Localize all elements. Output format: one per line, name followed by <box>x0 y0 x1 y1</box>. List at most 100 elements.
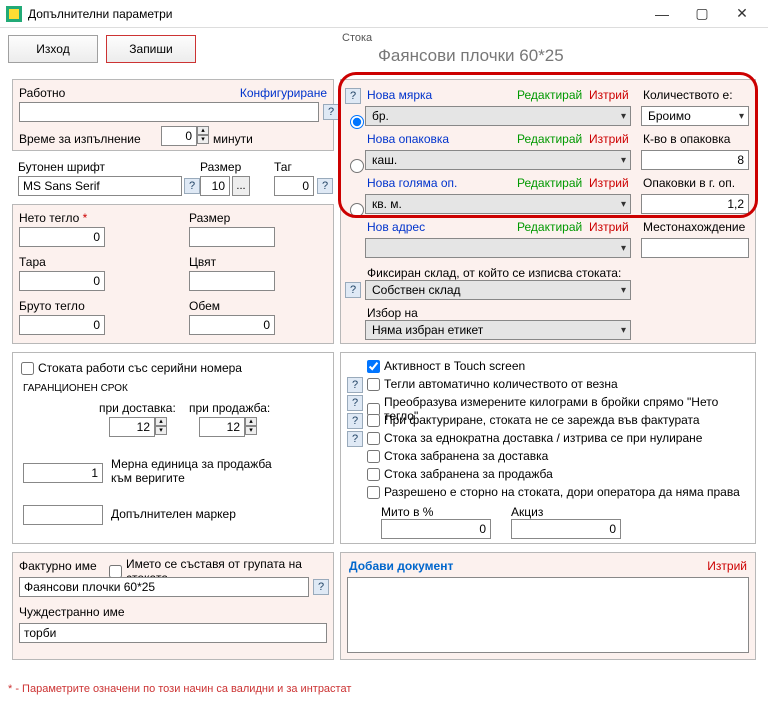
big-select[interactable]: кв. м. <box>365 194 631 214</box>
del-pack[interactable]: Изтрий <box>589 132 629 146</box>
unit-chain-input[interactable]: 1 <box>23 463 103 483</box>
qtyis-label: Количеството е: <box>643 88 733 102</box>
new-big-link[interactable]: Нова голяма оп. <box>367 176 457 190</box>
maximize-button[interactable]: ▢ <box>682 1 722 27</box>
edit-addr[interactable]: Редактирай <box>517 220 582 234</box>
addr-select[interactable] <box>365 238 631 258</box>
fontsize-input[interactable]: 10 <box>200 176 230 196</box>
working-label: Работно <box>19 86 65 100</box>
weigh-checkbox[interactable]: Тегли автоматично количеството от везна <box>367 377 618 391</box>
duty-label: Мито в % <box>381 505 433 519</box>
exectime-input[interactable]: 0 <box>161 126 197 146</box>
duty-input[interactable]: 0 <box>381 519 491 539</box>
working-input[interactable] <box>19 102 319 122</box>
edit-measure[interactable]: Редактирай <box>517 88 582 102</box>
footer-note: * - Параметрите означени по този начин с… <box>8 683 351 695</box>
help-wh[interactable]: ? <box>345 282 361 298</box>
touch-checkbox[interactable]: Активност в Touch screen <box>367 359 525 373</box>
new-pack-link[interactable]: Нова опаковка <box>367 132 449 146</box>
color-input[interactable] <box>189 271 275 291</box>
extra-marker-label: Допълнителен маркер <box>111 507 236 521</box>
deldoc-link[interactable]: Изтрий <box>707 559 747 573</box>
help-invname[interactable]: ? <box>313 579 329 595</box>
countable-select[interactable]: Броимо <box>641 106 749 126</box>
tara-label: Тара <box>19 255 46 269</box>
new-addr-link[interactable]: Нов адрес <box>367 220 425 234</box>
minimize-button[interactable]: — <box>642 1 682 27</box>
minutes-label: минути <box>213 132 253 146</box>
packinbig-input[interactable]: 1,2 <box>641 194 749 214</box>
help-single[interactable]: ? <box>347 431 363 447</box>
del-big[interactable]: Изтрий <box>589 176 629 190</box>
exectime-label: Време за изпълнение <box>19 132 141 146</box>
label-select[interactable]: Няма избран етикет <box>365 320 631 340</box>
big-radio[interactable] <box>350 203 364 217</box>
size2-label: Размер <box>189 211 230 225</box>
app-icon <box>6 6 22 22</box>
ws-spinner[interactable]: ▴▾ <box>245 417 257 435</box>
configure-link[interactable]: Конфигуриране <box>240 86 327 100</box>
net-input[interactable]: 0 <box>19 227 105 247</box>
new-measure-link[interactable]: Нова мярка <box>367 88 432 102</box>
doc-area[interactable] <box>347 577 749 653</box>
edit-pack[interactable]: Редактирай <box>517 132 582 146</box>
tag-input[interactable]: 0 <box>274 176 314 196</box>
foreign-label: Чуждестранно име <box>19 605 125 619</box>
pack-radio[interactable] <box>350 159 364 173</box>
tag-label: Таг <box>274 160 292 174</box>
nodeliv-checkbox[interactable]: Стока забранена за доставка <box>367 449 548 463</box>
invname-input[interactable]: Фаянсови плочки 60*25 <box>19 577 309 597</box>
help-font[interactable]: ? <box>184 178 200 194</box>
gross-input[interactable]: 0 <box>19 315 105 335</box>
measure-radio[interactable] <box>350 115 364 129</box>
size2-input[interactable] <box>189 227 275 247</box>
fontsize-ellipsis[interactable]: ... <box>232 176 250 196</box>
storno-checkbox[interactable]: Разрешено е сторно на стоката, дори опер… <box>367 485 740 499</box>
unit-chain-label: Мерна единица за продажба към веригите <box>111 457 291 485</box>
tara-input[interactable]: 0 <box>19 271 105 291</box>
warranty-deliv-input[interactable]: 12 <box>109 417 155 437</box>
size-label: Размер <box>200 160 241 174</box>
net-label: Нето тегло * <box>19 211 87 225</box>
volume-input[interactable]: 0 <box>189 315 275 335</box>
volume-label: Обем <box>189 299 220 313</box>
del-addr[interactable]: Изтрий <box>589 220 629 234</box>
qtyinpack-input[interactable]: 8 <box>641 150 749 170</box>
help-tag[interactable]: ? <box>317 178 333 194</box>
wd-spinner[interactable]: ▴▾ <box>155 417 167 435</box>
edit-big[interactable]: Редактирай <box>517 176 582 190</box>
save-button[interactable]: Запиши <box>106 35 196 63</box>
help-noinv[interactable]: ? <box>347 413 363 429</box>
serial-checkbox[interactable]: Стоката работи със серийни номера <box>21 361 242 375</box>
qtyinpack-label: К-во в опаковка <box>643 132 730 146</box>
location-input[interactable] <box>641 238 749 258</box>
exit-button[interactable]: Изход <box>8 35 98 63</box>
onsale-label: при продажба: <box>189 401 270 415</box>
pack-select[interactable]: каш. <box>365 150 631 170</box>
nosale-checkbox[interactable]: Стока забранена за продажба <box>367 467 553 481</box>
adddoc-link[interactable]: Добави документ <box>349 559 453 573</box>
wh-select[interactable]: Собствен склад <box>365 280 631 300</box>
font-input[interactable]: MS Sans Serif <box>18 176 182 196</box>
single-checkbox[interactable]: Стока за еднократна доставка / изтрива с… <box>367 431 702 445</box>
help-measure[interactable]: ? <box>345 88 361 104</box>
help-working[interactable]: ? <box>323 104 339 120</box>
measure-select[interactable]: бр. <box>365 106 631 126</box>
excise-input[interactable]: 0 <box>511 519 621 539</box>
help-convert[interactable]: ? <box>347 395 363 411</box>
invname-label: Фактурно име <box>19 559 97 573</box>
fixedwh-label: Фиксиран склад, от който се изписва сток… <box>367 266 621 280</box>
ondeliv-label: при доставка: <box>99 401 176 415</box>
extra-marker-input[interactable] <box>23 505 103 525</box>
del-measure[interactable]: Изтрий <box>589 88 629 102</box>
color-label: Цвят <box>189 255 216 269</box>
exectime-spinner[interactable]: ▴▾ <box>197 126 209 144</box>
warranty-sale-input[interactable]: 12 <box>199 417 245 437</box>
warranty-label: ГАРАНЦИОНЕН СРОК <box>23 383 128 394</box>
stock-value: Фаянсови плочки 60*25 <box>378 46 564 66</box>
window-title: Допълнителни параметри <box>28 7 642 21</box>
noinvoice-checkbox[interactable]: При фактуриране, стоката не се зарежда в… <box>367 413 700 427</box>
help-weigh[interactable]: ? <box>347 377 363 393</box>
close-button[interactable]: ✕ <box>722 1 762 27</box>
foreign-input[interactable]: торби <box>19 623 327 643</box>
